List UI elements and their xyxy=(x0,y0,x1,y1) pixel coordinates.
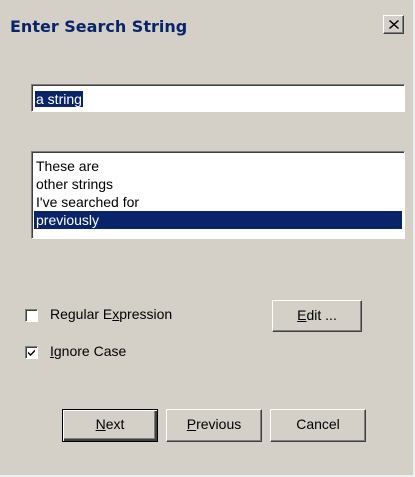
dialog-title: Enter Search String xyxy=(10,17,188,36)
checkmark-icon xyxy=(28,349,35,356)
title-bar[interactable]: Enter Search String xyxy=(0,0,413,38)
cancel-button[interactable]: Cancel xyxy=(270,409,366,442)
list-item[interactable]: These are xyxy=(34,157,402,175)
ignore-case-checkbox[interactable] xyxy=(25,346,38,359)
list-item[interactable]: other strings xyxy=(34,175,402,193)
search-input[interactable]: a string xyxy=(31,84,405,112)
next-button[interactable]: Next xyxy=(62,409,158,442)
list-item[interactable]: I've searched for xyxy=(34,193,402,211)
search-dialog: Enter Search String a string These are o… xyxy=(0,0,415,477)
close-icon xyxy=(389,20,399,29)
list-item-selected[interactable]: previously xyxy=(34,211,402,229)
search-history-list[interactable]: These are other strings I've searched fo… xyxy=(31,151,405,239)
regex-checkbox[interactable] xyxy=(25,309,38,322)
regex-label[interactable]: Regular Expression xyxy=(50,305,172,323)
close-button[interactable] xyxy=(383,15,404,34)
previous-button[interactable]: Previous xyxy=(166,409,262,442)
edit-button[interactable]: Edit ... xyxy=(272,300,362,332)
ignore-case-label[interactable]: Ignore Case xyxy=(50,342,126,360)
search-input-value: a string xyxy=(35,91,83,107)
